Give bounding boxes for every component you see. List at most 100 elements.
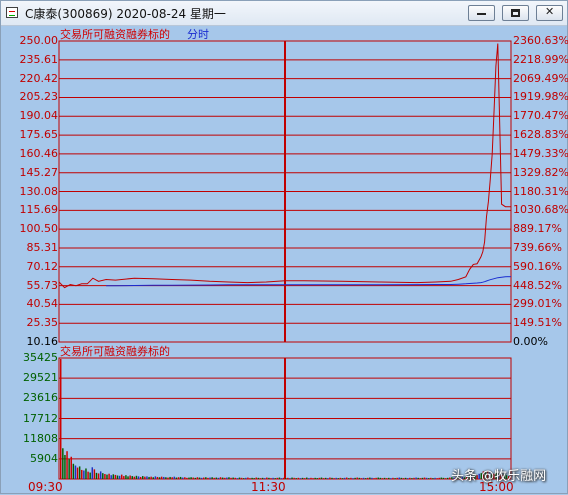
volume-bar — [406, 478, 409, 479]
volume-bar — [316, 478, 319, 479]
volume-bar — [93, 469, 96, 479]
price-panel-tag: 交易所可融资融券标的 — [60, 28, 170, 41]
percent-axis-label: 2069.49% — [513, 71, 568, 85]
volume-bar — [234, 477, 236, 479]
percent-axis-label: 739.66% — [513, 240, 562, 254]
volume-bar — [184, 477, 186, 479]
volume-bar — [314, 477, 316, 479]
volume-bar — [230, 477, 232, 479]
volume-axis-label: 23616 — [23, 391, 58, 405]
price-axis-label: 55.73 — [26, 278, 59, 292]
volume-bar — [196, 477, 199, 479]
volume-bar — [137, 476, 140, 479]
volume-bar — [179, 476, 182, 479]
volume-bar — [165, 477, 167, 479]
volume-bar — [392, 477, 394, 479]
volume-bar — [253, 478, 255, 479]
volume-bar — [427, 478, 430, 479]
intraday-chart[interactable] — [1, 1, 568, 495]
volume-bar — [160, 476, 163, 479]
volume-bar — [104, 474, 106, 479]
volume-bar — [171, 477, 173, 479]
volume-bar — [102, 473, 104, 479]
volume-bar — [388, 477, 390, 479]
volume-bar — [70, 456, 72, 479]
volume-bar — [228, 477, 230, 479]
volume-bar — [367, 477, 369, 479]
volume-axis-label: 35425 — [23, 351, 58, 364]
volume-bar — [354, 477, 356, 479]
volume-bar — [446, 477, 449, 479]
price-axis-label: 10.16 — [26, 335, 59, 348]
percent-axis-label: 149.51% — [513, 316, 562, 330]
volume-bar — [60, 358, 62, 479]
volume-bar — [169, 476, 171, 479]
volume-bar — [442, 477, 445, 479]
volume-bar — [278, 477, 281, 479]
volume-bar — [257, 477, 260, 479]
volume-panel-tag: 交易所可融资融券标的 — [60, 345, 170, 358]
volume-bar — [327, 478, 329, 479]
volume-bar — [310, 477, 312, 479]
percent-axis-label: 1628.83% — [513, 128, 568, 142]
volume-bar — [133, 476, 136, 479]
percent-axis-label: 0.00% — [513, 335, 548, 348]
volume-bar — [150, 476, 152, 479]
volume-bar — [247, 477, 249, 479]
volume-bar — [430, 477, 432, 479]
volume-bar — [266, 477, 268, 479]
volume-bar — [221, 477, 224, 479]
price-axis-label: 85.31 — [26, 240, 59, 254]
volume-bar — [293, 477, 295, 479]
volume-bar — [99, 471, 102, 479]
volume-bar — [402, 478, 405, 479]
volume-bar — [181, 477, 184, 479]
volume-bar — [396, 477, 398, 479]
volume-bar — [255, 477, 258, 479]
volume-bar — [438, 477, 440, 479]
percent-axis-label: 1479.33% — [513, 146, 568, 160]
volume-bar — [74, 465, 77, 479]
volume-bar — [205, 477, 207, 479]
volume-bar — [274, 478, 276, 479]
volume-bar — [333, 478, 335, 479]
percent-axis-label: 1180.31% — [513, 184, 568, 198]
percent-axis-label: 1329.82% — [513, 165, 568, 179]
volume-bar — [280, 478, 283, 479]
volume-bar — [76, 467, 79, 479]
volume-bar — [146, 476, 148, 479]
volume-bar — [125, 475, 127, 479]
volume-bar — [409, 477, 411, 479]
volume-bar — [194, 477, 197, 479]
price-axis-label: 100.50 — [19, 222, 59, 236]
volume-bar — [297, 477, 300, 479]
volume-bar — [242, 478, 245, 479]
volume-bar — [417, 477, 419, 479]
app-window: C康泰(300869) 2020-08-24 星期一 ✕ 交易所可融资融券标的 … — [0, 0, 568, 494]
volume-bar — [209, 477, 211, 479]
volume-bar — [66, 451, 68, 479]
volume-bar — [85, 468, 87, 479]
volume-bar — [175, 477, 178, 479]
volume-bar — [371, 477, 373, 479]
volume-bar — [120, 474, 123, 479]
volume-bar — [444, 478, 447, 479]
volume-bar — [87, 471, 89, 479]
timeshare-tag: 分时 — [187, 28, 209, 41]
volume-bar — [186, 477, 188, 479]
volume-bar — [394, 478, 396, 479]
volume-bar — [158, 477, 161, 479]
volume-bar — [110, 475, 112, 479]
volume-bar — [360, 478, 363, 479]
price-axis-label: 130.08 — [19, 184, 59, 198]
volume-bar — [114, 474, 117, 479]
volume-bar — [285, 478, 287, 479]
volume-bar — [339, 477, 342, 479]
volume-bar — [190, 477, 192, 479]
price-axis-label: 235.61 — [19, 52, 59, 66]
volume-axis-label: 17712 — [23, 411, 58, 425]
volume-bar — [236, 478, 239, 479]
watermark: 头条 @牧乐融网 — [451, 469, 547, 484]
volume-bar — [299, 478, 302, 479]
volume-bar — [322, 478, 325, 479]
